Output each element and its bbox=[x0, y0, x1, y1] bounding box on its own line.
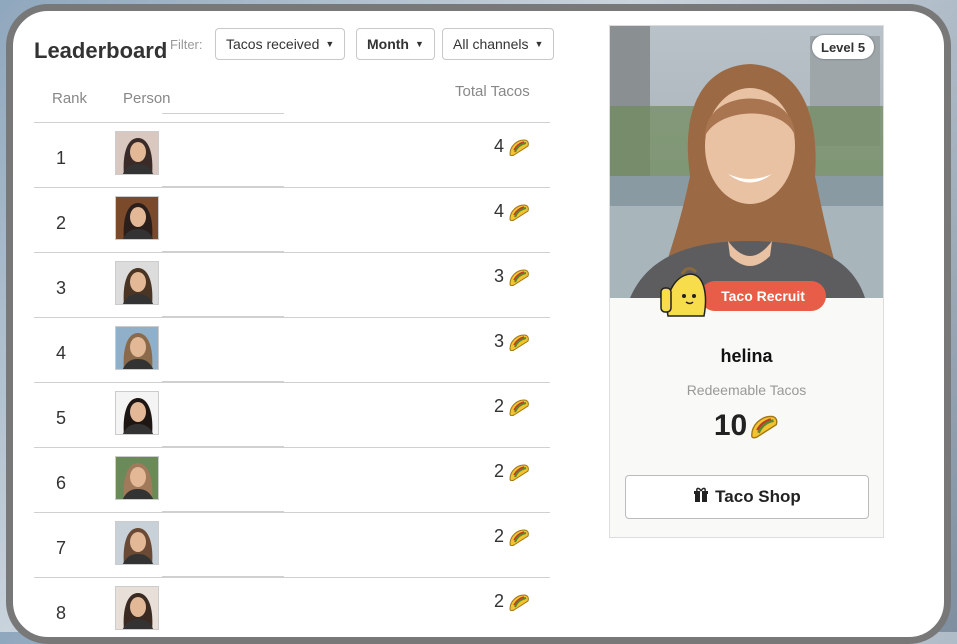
table-row[interactable]: 62 bbox=[34, 447, 550, 512]
taco-count-value: 2 bbox=[493, 526, 504, 546]
taco-icon bbox=[509, 203, 529, 221]
page-title: Leaderboard bbox=[34, 38, 168, 63]
metric-filter-value: Tacos received bbox=[226, 36, 320, 52]
avatar[interactable] bbox=[115, 131, 159, 175]
avatar[interactable] bbox=[115, 196, 159, 240]
taco-count-value: 4 bbox=[493, 136, 504, 156]
taco-count-value: 3 bbox=[493, 266, 504, 286]
taco-count: 2 bbox=[494, 461, 530, 482]
row-divider bbox=[34, 577, 550, 578]
taco-mascot-icon bbox=[660, 266, 710, 323]
rank-number: 4 bbox=[56, 343, 67, 363]
row-divider bbox=[34, 447, 550, 448]
taco-count: 3 bbox=[494, 331, 530, 352]
column-header-total: Total Tacos bbox=[455, 83, 530, 100]
row-divider bbox=[162, 641, 284, 642]
row-divider bbox=[34, 252, 550, 253]
taco-icon bbox=[509, 333, 529, 351]
redeemable-count: 10 bbox=[713, 409, 748, 442]
taco-count-value: 2 bbox=[493, 396, 504, 416]
taco-icon bbox=[751, 415, 778, 439]
rank-number: 1 bbox=[56, 148, 67, 168]
period-filter-value: Month bbox=[367, 36, 409, 52]
period-filter-dropdown[interactable]: Month ▼ bbox=[356, 28, 435, 60]
rank-number: 3 bbox=[56, 278, 67, 298]
device-frame: Leaderboard Filter: Tacos received ▼ Mon… bbox=[6, 4, 951, 644]
taco-count: 2 bbox=[494, 591, 530, 612]
taco-icon bbox=[509, 268, 529, 286]
taco-icon bbox=[509, 463, 529, 481]
header-divider bbox=[162, 113, 284, 114]
taco-icon bbox=[509, 398, 529, 416]
metric-filter-dropdown[interactable]: Tacos received ▼ bbox=[215, 28, 346, 60]
avatar[interactable] bbox=[115, 391, 159, 435]
rank-number: 6 bbox=[56, 473, 67, 493]
table-row[interactable]: 33 bbox=[34, 252, 550, 317]
rank-number: 7 bbox=[56, 538, 67, 558]
taco-count: 2 bbox=[494, 526, 530, 547]
rank-title-badge: Taco Recruit bbox=[700, 281, 826, 311]
row-divider bbox=[34, 187, 550, 188]
avatar[interactable] bbox=[115, 521, 159, 565]
gift-icon bbox=[693, 487, 709, 508]
row-divider bbox=[34, 317, 550, 318]
taco-count: 4 bbox=[494, 201, 530, 222]
column-header-person: Person bbox=[123, 90, 171, 107]
row-divider bbox=[34, 512, 550, 513]
table-row[interactable]: 43 bbox=[34, 317, 550, 382]
column-header-rank: Rank bbox=[52, 90, 88, 107]
chevron-down-icon: ▼ bbox=[534, 39, 544, 49]
channel-filter-dropdown[interactable]: All channels ▼ bbox=[442, 28, 555, 60]
rank-number: 2 bbox=[56, 213, 67, 233]
taco-count: 3 bbox=[494, 266, 530, 287]
avatar[interactable] bbox=[115, 456, 159, 500]
avatar[interactable] bbox=[115, 326, 159, 370]
table-row[interactable]: 52 bbox=[34, 382, 550, 447]
profile-username: helina bbox=[720, 346, 773, 366]
row-divider bbox=[34, 382, 550, 383]
taco-shop-label: Taco Shop bbox=[715, 487, 801, 506]
row-divider bbox=[34, 122, 550, 123]
taco-count-value: 3 bbox=[493, 331, 504, 351]
taco-icon bbox=[509, 593, 529, 611]
profile-photo bbox=[610, 26, 883, 298]
table-row[interactable]: 72 bbox=[34, 512, 550, 577]
taco-count: 4 bbox=[494, 136, 530, 157]
redeemable-label: Redeemable Tacos bbox=[686, 382, 807, 398]
chevron-down-icon: ▼ bbox=[325, 39, 335, 49]
avatar[interactable] bbox=[115, 586, 159, 630]
taco-count-value: 4 bbox=[493, 201, 504, 221]
table-row[interactable]: 14 bbox=[34, 122, 550, 187]
table-row[interactable]: 82 bbox=[34, 577, 550, 642]
taco-count-value: 2 bbox=[493, 461, 504, 481]
taco-icon bbox=[509, 138, 529, 156]
filter-label: Filter: bbox=[170, 37, 203, 52]
chevron-down-icon: ▼ bbox=[414, 39, 424, 49]
level-badge: Level 5 bbox=[812, 35, 875, 59]
rank-number: 8 bbox=[56, 603, 67, 623]
taco-count: 2 bbox=[494, 396, 530, 417]
channel-filter-value: All channels bbox=[453, 36, 529, 52]
taco-icon bbox=[509, 528, 529, 546]
taco-shop-button[interactable]: Taco Shop bbox=[625, 475, 869, 519]
taco-count-value: 2 bbox=[493, 591, 504, 611]
redeemable-value: 10 bbox=[609, 409, 884, 443]
rank-number: 5 bbox=[56, 408, 67, 428]
table-row[interactable]: 24 bbox=[34, 187, 550, 252]
avatar[interactable] bbox=[115, 261, 159, 305]
